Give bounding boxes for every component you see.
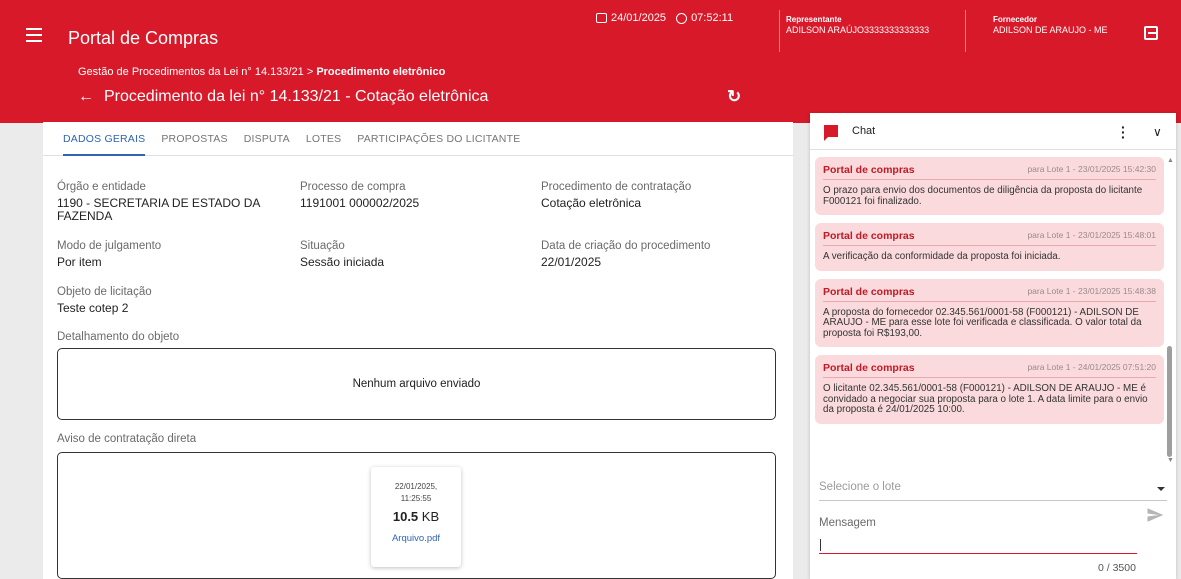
send-icon[interactable] [1146, 506, 1164, 524]
tab-dados-gerais[interactable]: DADOS GERAIS [63, 122, 146, 156]
file-date: 22/01/2025, [394, 482, 438, 491]
message-input-label: Mensagem [819, 517, 876, 529]
field-value: Por item [57, 255, 102, 269]
chat-panel: Chat · · · ∨ Portal de compras para Lote 1 … [810, 113, 1176, 579]
tab-lotes[interactable]: LOTES [306, 122, 341, 156]
field-value: Teste cotep 2 [57, 301, 129, 315]
field-value: 1190 - SECRETARIA DE ESTADO DA FAZENDA [57, 196, 260, 223]
field-label: Data de criação do procedimento [541, 240, 711, 252]
message-author: Portal de compras [823, 285, 915, 298]
message-text: O licitante 02.345.561/0001-58 (F000121)… [823, 383, 1148, 415]
field-label: Objeto de licitação [57, 286, 152, 298]
message-input[interactable]: Mensagem [819, 517, 1137, 554]
field-value: 22/01/2025 [541, 255, 602, 269]
header-divider [965, 10, 966, 52]
field-data-criacao: Data de criação do procedimento 22/01/20… [541, 240, 710, 269]
breadcrumb-current: Procedimento eletrônico [316, 66, 446, 78]
scroll-up-icon[interactable]: ▲ [1167, 157, 1174, 164]
details-card: DADOS GERAIS PROPOSTAS DISPUTA LOTES PAR… [43, 122, 793, 579]
calendar-icon [596, 13, 607, 23]
current-date: 24/01/2025 [611, 12, 667, 24]
message-meta: para Lote 1 - 23/01/2025 15:42:30 [1027, 164, 1156, 174]
text-cursor [820, 539, 821, 551]
chat-message: Portal de compras para Lote 1 - 23/01/202… [815, 278, 1164, 347]
lote-select[interactable]: Selecione o lote [819, 475, 1167, 501]
app-header: Portal de Compras 24/01/2025 07:52:11 Re… [0, 0, 1181, 123]
breadcrumb-parent[interactable]: Gestão de Procedimentos da Lei n° 14.133… [78, 66, 316, 78]
file-name-link[interactable]: Arquivo.pdf [371, 533, 461, 545]
app-title: Portal de Compras [68, 28, 219, 48]
field-situacao: Situação Sessão iniciada [300, 240, 384, 269]
field-value: Sessão iniciada [300, 255, 385, 269]
representative-label: Representante [786, 15, 842, 24]
file-time: 11:25:55 [400, 494, 432, 503]
chat-message: Portal de compras para Lote 1 - 23/01/202… [815, 157, 1164, 215]
field-value: 1191001 000002/2025 [300, 196, 420, 210]
field-orgao: Órgão e entidade 1190 - SECRETARIA DE ES… [57, 181, 262, 223]
back-arrow-icon[interactable]: ← [78, 88, 94, 106]
chevron-down-icon[interactable]: ∨ [1153, 125, 1162, 139]
tab-participacoes[interactable]: PARTICIPAÇÕES DO LICITANTE [357, 122, 520, 156]
message-text: O prazo para envio dos documentos de dil… [823, 185, 1143, 207]
field-processo: Processo de compra 1191001 000002/2025 [300, 181, 419, 210]
current-time: 07:52:11 [691, 12, 734, 24]
field-modo: Modo de julgamento Por item [57, 240, 161, 269]
chat-title: Chat [852, 125, 876, 137]
field-label: Procedimento de contratação [541, 181, 692, 193]
field-procedimento: Procedimento de contratação Cotação elet… [541, 181, 691, 210]
field-aviso: Aviso de contratação direta [57, 433, 196, 449]
empty-files-message: Nenhum arquivo enviado [352, 378, 481, 390]
message-author: Portal de compras [823, 164, 915, 176]
message-author: Portal de compras [823, 362, 915, 374]
field-objeto: Objeto de licitação Teste cotep 2 [57, 286, 152, 315]
lote-select-placeholder: Selecione o lote [819, 481, 901, 493]
supplier-name: ADILSON DE ARAUJO - ME [993, 25, 1108, 35]
supplier-label: Fornecedor [993, 15, 1038, 24]
field-value: Cotação eletrônica [541, 196, 642, 210]
message-meta: para Lote 1 - 23/01/2025 15:48:38 [1027, 285, 1156, 296]
tab-propostas[interactable]: PROPOSTAS [161, 122, 227, 156]
datetime: 24/01/2025 07:52:11 [596, 12, 733, 24]
character-counter: 0 / 3500 [1098, 562, 1136, 574]
field-label: Órgão e entidade [57, 181, 146, 193]
file-size: 10.5 KB [392, 509, 440, 524]
file-card[interactable]: 22/01/2025, 11:25:55 10.5 KB Arquivo.pdf [371, 467, 461, 567]
logout-icon[interactable] [1144, 26, 1158, 40]
message-author: Portal de compras [823, 230, 915, 242]
chat-scrollbar[interactable]: ▲ ▼ [1167, 157, 1174, 467]
breadcrumb: Gestão de Procedimentos da Lei n° 14.133… [78, 66, 445, 78]
dropdown-caret-icon [1157, 487, 1165, 491]
representative-info: Representante ADILSON ARAÚJO333333333333… [786, 14, 929, 36]
field-label: Detalhamento do objeto [57, 331, 180, 343]
page-title-row: ← Procedimento da lei n° 14.133/21 - Cot… [78, 88, 488, 106]
more-options-icon[interactable]: · · · [1121, 120, 1126, 144]
message-meta: para Lote 1 - 23/01/2025 15:48:01 [1027, 230, 1156, 240]
representative-name: ADILSON ARAÚJO3333333333333 [786, 25, 930, 35]
chat-icon [824, 125, 838, 141]
message-text: A verificação da conformidade da propost… [823, 251, 1061, 262]
message-meta: para Lote 1 - 24/01/2025 07:51:20 [1027, 362, 1156, 372]
scrollbar-thumb[interactable] [1167, 346, 1172, 457]
chat-messages: Portal de compras para Lote 1 - 23/01/202… [815, 157, 1164, 467]
field-label: Aviso de contratação direta [57, 433, 197, 445]
message-text: A proposta do fornecedor 02.345.561/0001… [823, 306, 1142, 339]
clock-icon [676, 12, 688, 24]
field-label: Modo de julgamento [57, 240, 162, 252]
tabs-bar: DADOS GERAIS PROPOSTAS DISPUTA LOTES PAR… [43, 122, 793, 156]
chat-message: Portal de compras para Lote 1 - 23/01/202… [815, 223, 1164, 271]
field-label: Processo de compra [300, 181, 406, 193]
menu-icon[interactable] [26, 28, 42, 42]
chat-header: Chat · · · ∨ [810, 113, 1176, 150]
supplier-info: Fornecedor ADILSON DE ARAUJO - ME [993, 14, 1108, 36]
field-detalhamento: Detalhamento do objeto [57, 331, 179, 347]
chat-message: Portal de compras para Lote 1 - 24/01/202… [815, 355, 1164, 424]
field-label: Situação [300, 240, 345, 252]
detalhamento-box: Nenhum arquivo enviado [57, 348, 776, 420]
page-title: Procedimento da lei n° 14.133/21 - Cotaç… [104, 88, 489, 105]
header-divider [779, 10, 780, 52]
aviso-box: 22/01/2025, 11:25:55 10.5 KB Arquivo.pdf [57, 452, 776, 579]
tab-disputa[interactable]: DISPUTA [244, 122, 290, 156]
refresh-icon[interactable]: ↻ [727, 87, 741, 107]
scroll-down-icon[interactable]: ▼ [1167, 457, 1174, 464]
